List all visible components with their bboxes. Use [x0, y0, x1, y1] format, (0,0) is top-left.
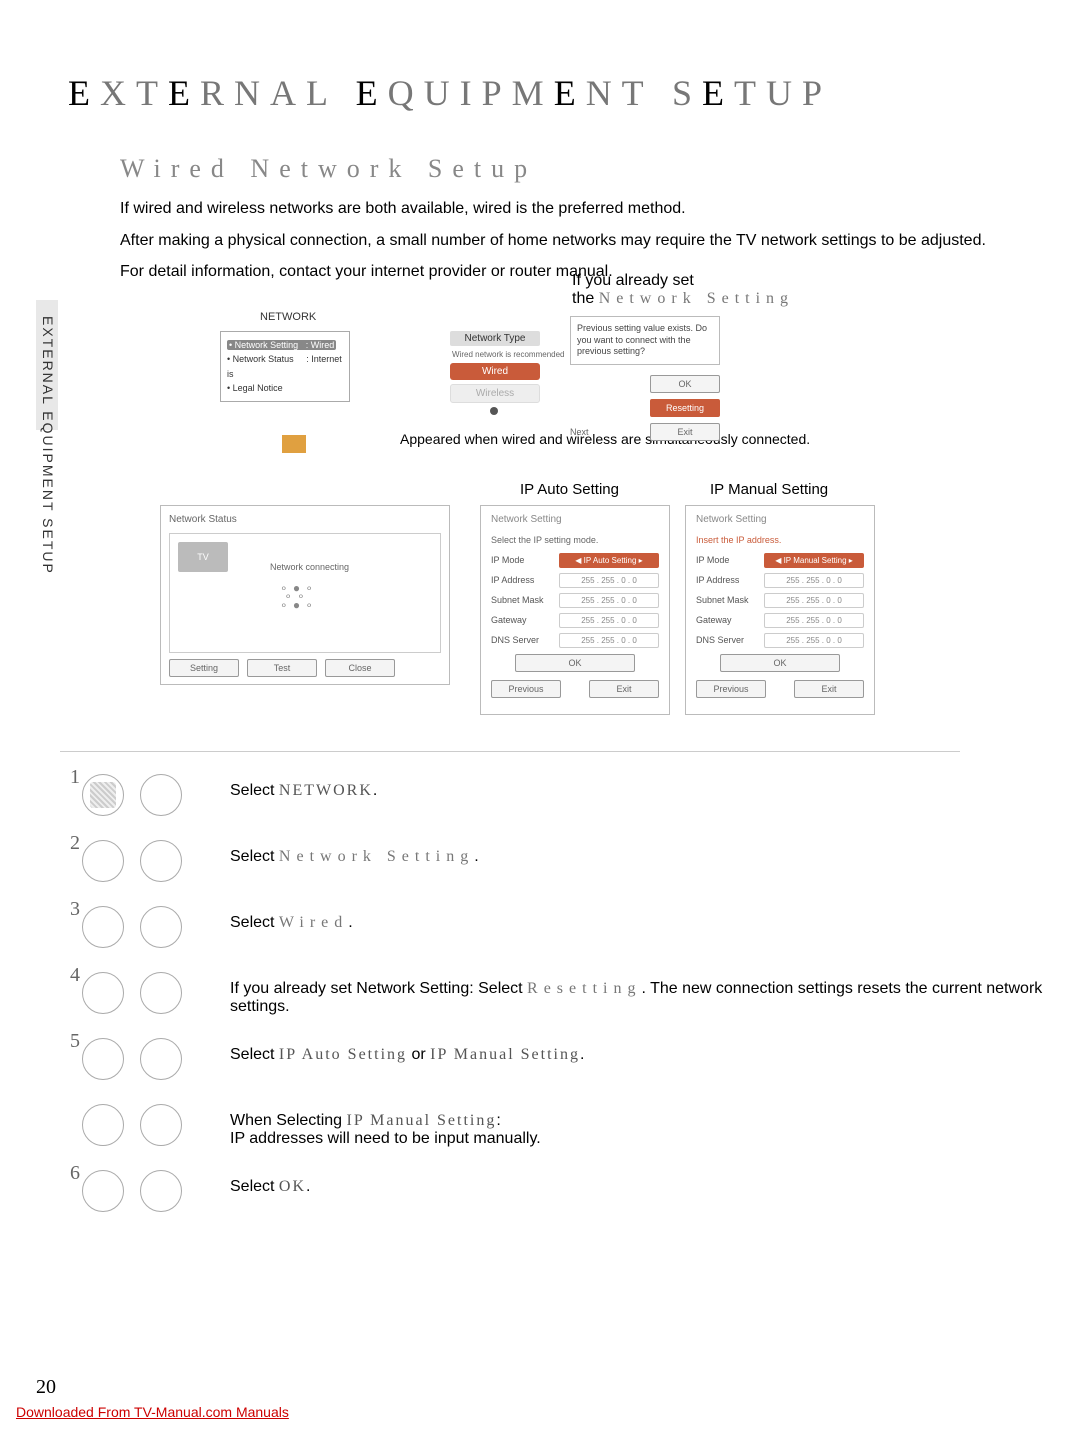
exit-button[interactable]: Exit — [650, 423, 720, 441]
ok-button[interactable]: OK — [650, 375, 720, 393]
connecting-text: Network connecting — [270, 562, 349, 572]
step-6: 6 Select OK. — [70, 1168, 1080, 1226]
ip-manual-label: IP Manual Setting — [710, 481, 828, 498]
selection-indicator-icon — [490, 407, 498, 415]
ip-mode-select[interactable]: ◀ IP Auto Setting ▸ — [559, 553, 659, 568]
side-vertical-label: EXTERNAL EQUIPMENT SETUP — [40, 316, 56, 575]
panel-title: Network Setting — [491, 514, 659, 525]
network-panel-title: NETWORK — [260, 311, 520, 323]
connecting-dots-icon: ∘ ● ∘ ∘ ∘∘ ● ∘ — [280, 584, 314, 609]
ip-manual-panel: Network Setting Insert the IP address. I… — [685, 505, 875, 715]
intro-line-2: After making a physical connection, a sm… — [120, 230, 1016, 252]
step-1: 1 Select NETWORK. — [70, 772, 1080, 830]
panel-subtitle: Select the IP setting mode. — [491, 535, 659, 545]
network-type-label: Network Type — [450, 331, 540, 346]
tv-icon: TV — [178, 542, 228, 572]
highlight-block-icon — [282, 435, 306, 453]
gateway-field[interactable]: 255 . 255 . 0 . 0 — [559, 613, 659, 628]
next-label: Next — [570, 427, 589, 437]
subnet-field[interactable]: 255 . 255 . 0 . 0 — [559, 593, 659, 608]
previous-button[interactable]: Previous — [696, 680, 766, 698]
step-3: 3 Select Wired. — [70, 904, 1080, 962]
dns-field[interactable]: 255 . 255 . 0 . 0 — [559, 633, 659, 648]
subnet-field[interactable]: 255 . 255 . 0 . 0 — [764, 593, 864, 608]
wired-button[interactable]: Wired — [450, 363, 540, 380]
page-number: 20 — [36, 1376, 56, 1399]
panel-subtitle: Insert the IP address. — [696, 535, 864, 545]
close-button[interactable]: Close — [325, 659, 395, 677]
divider — [60, 751, 960, 752]
network-status-panel: Network Status TV Network connecting ∘ ●… — [160, 505, 450, 685]
previous-setting-dialog: Previous setting value exists. Do you wa… — [570, 316, 720, 447]
step-5: 5 Select IP Auto Setting or IP Manual Se… — [70, 1036, 1080, 1094]
page-title: EXTERNAL EQUIPMENT SETUP — [68, 72, 1016, 114]
network-status-title: Network Status — [169, 514, 441, 525]
footer-source-link[interactable]: Downloaded From TV-Manual.com Manuals — [16, 1404, 289, 1420]
remote-menu-icon — [90, 782, 116, 808]
intro-line-1: If wired and wireless networks are both … — [120, 198, 1016, 220]
step-5b: When Selecting IP Manual Setting:IP addr… — [70, 1102, 1080, 1160]
already-set-note: If you already set the Network Setting — [572, 272, 794, 308]
step-4: 4 If you already set Network Setting: Se… — [70, 970, 1080, 1028]
ip-mode-select[interactable]: ◀ IP Manual Setting ▸ — [764, 553, 864, 568]
ip-address-field[interactable]: 255 . 255 . 0 . 0 — [559, 573, 659, 588]
resetting-button[interactable]: Resetting — [650, 399, 720, 417]
ip-auto-label: IP Auto Setting — [520, 481, 619, 498]
ok-button[interactable]: OK — [720, 654, 840, 672]
exit-button[interactable]: Exit — [589, 680, 659, 698]
previous-button[interactable]: Previous — [491, 680, 561, 698]
gateway-field[interactable]: 255 . 255 . 0 . 0 — [764, 613, 864, 628]
intro-line-3: For detail information, contact your int… — [120, 261, 1016, 283]
dns-field[interactable]: 255 . 255 . 0 . 0 — [764, 633, 864, 648]
section-title: Wired Network Setup — [120, 154, 1016, 184]
step-2: 2 Select Network Setting. — [70, 838, 1080, 896]
network-menu-list: • Network Setting : Wired • Network Stat… — [220, 331, 350, 403]
wireless-button[interactable]: Wireless — [450, 384, 540, 403]
exit-button[interactable]: Exit — [794, 680, 864, 698]
ok-button[interactable]: OK — [515, 654, 635, 672]
panel-title: Network Setting — [696, 514, 864, 525]
test-button[interactable]: Test — [247, 659, 317, 677]
previous-setting-text: Previous setting value exists. Do you wa… — [570, 316, 720, 365]
network-panel: NETWORK • Network Setting : Wired • Netw… — [220, 311, 520, 451]
setting-button[interactable]: Setting — [169, 659, 239, 677]
ip-auto-panel: Network Setting Select the IP setting mo… — [480, 505, 670, 715]
ip-address-field[interactable]: 255 . 255 . 0 . 0 — [764, 573, 864, 588]
steps-list: 1 Select NETWORK. 2 Select Network Setti… — [70, 772, 1080, 1226]
